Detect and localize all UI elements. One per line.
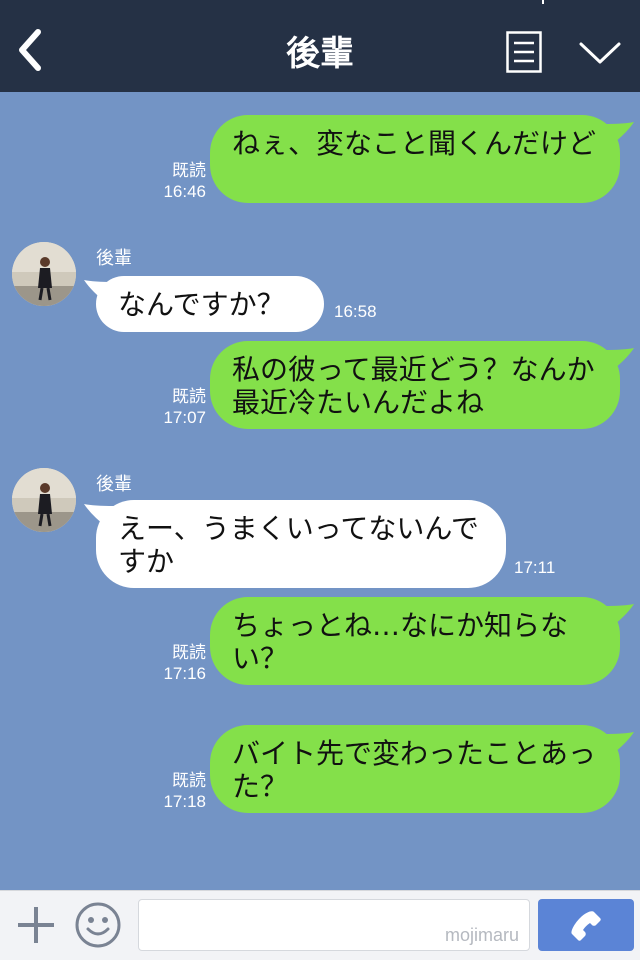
- read-receipt: 既読 17:18: [150, 770, 206, 812]
- input-bar: mojimaru: [0, 890, 640, 960]
- message-time: 17:16: [163, 664, 206, 683]
- sender-name: 後輩: [96, 474, 132, 495]
- message-text: 私の彼って最近どう？なんか最近冷たいんだよね: [232, 353, 595, 419]
- read-label: 既読: [172, 161, 206, 180]
- message-time: 16:58: [334, 302, 377, 321]
- plus-icon[interactable]: [14, 903, 58, 947]
- watermark: mojimaru: [444, 925, 519, 945]
- message-list[interactable]: 既読 16:46 ねぇ、変なこと聞くんだけど 後輩 なんですか？ 16:58 既…: [0, 92, 640, 890]
- read-receipt: 既読 16:46: [150, 160, 206, 202]
- message-time: 16:46: [163, 182, 206, 201]
- bubble-tail: [604, 348, 634, 372]
- phone-icon: [571, 911, 601, 941]
- status-indicator: [542, 0, 544, 4]
- read-label: 既読: [172, 771, 206, 790]
- message-text: ちょっとね…なにか知らない？: [232, 609, 569, 675]
- avatar[interactable]: [12, 242, 76, 306]
- outgoing-message-bubble[interactable]: ちょっとね…なにか知らない？: [210, 597, 620, 685]
- chat-title: 後輩: [286, 34, 354, 74]
- message-text: バイト先で変わったことあった？: [232, 737, 597, 803]
- read-receipt: 既読 17:07: [150, 386, 206, 428]
- outgoing-message-bubble[interactable]: ねぇ、変なこと聞くんだけど: [210, 115, 620, 203]
- incoming-message-bubble[interactable]: なんですか？: [96, 276, 324, 332]
- outgoing-message-bubble[interactable]: バイト先で変わったことあった？: [210, 725, 620, 813]
- bubble-tail: [604, 732, 634, 756]
- message-time: 17:07: [163, 408, 206, 427]
- bubble-tail: [604, 604, 634, 628]
- read-label: 既読: [172, 387, 206, 406]
- chat-header: 後輩: [0, 0, 640, 92]
- read-label: 既読: [172, 643, 206, 662]
- message-input[interactable]: mojimaru: [138, 899, 530, 951]
- message-time: 17:11: [514, 558, 556, 577]
- message-text: えー、うまくいってないんですか: [118, 512, 479, 578]
- back-chevron-icon[interactable]: [14, 28, 50, 72]
- outgoing-message-bubble[interactable]: 私の彼って最近どう？なんか最近冷たいんだよね: [210, 341, 620, 429]
- avatar[interactable]: [12, 468, 76, 532]
- message-text: ねぇ、変なこと聞くんだけど: [232, 127, 597, 160]
- smiley-icon[interactable]: [74, 901, 122, 949]
- read-receipt: 既読 17:16: [150, 642, 206, 684]
- incoming-message-bubble[interactable]: えー、うまくいってないんですか: [96, 500, 506, 588]
- message-time: 17:18: [163, 792, 206, 811]
- sender-name: 後輩: [96, 248, 132, 269]
- menu-list-icon[interactable]: [506, 31, 542, 73]
- message-text: なんですか？: [118, 288, 285, 321]
- call-button[interactable]: [538, 899, 634, 951]
- bubble-tail: [604, 122, 634, 146]
- chevron-down-icon[interactable]: [578, 38, 622, 68]
